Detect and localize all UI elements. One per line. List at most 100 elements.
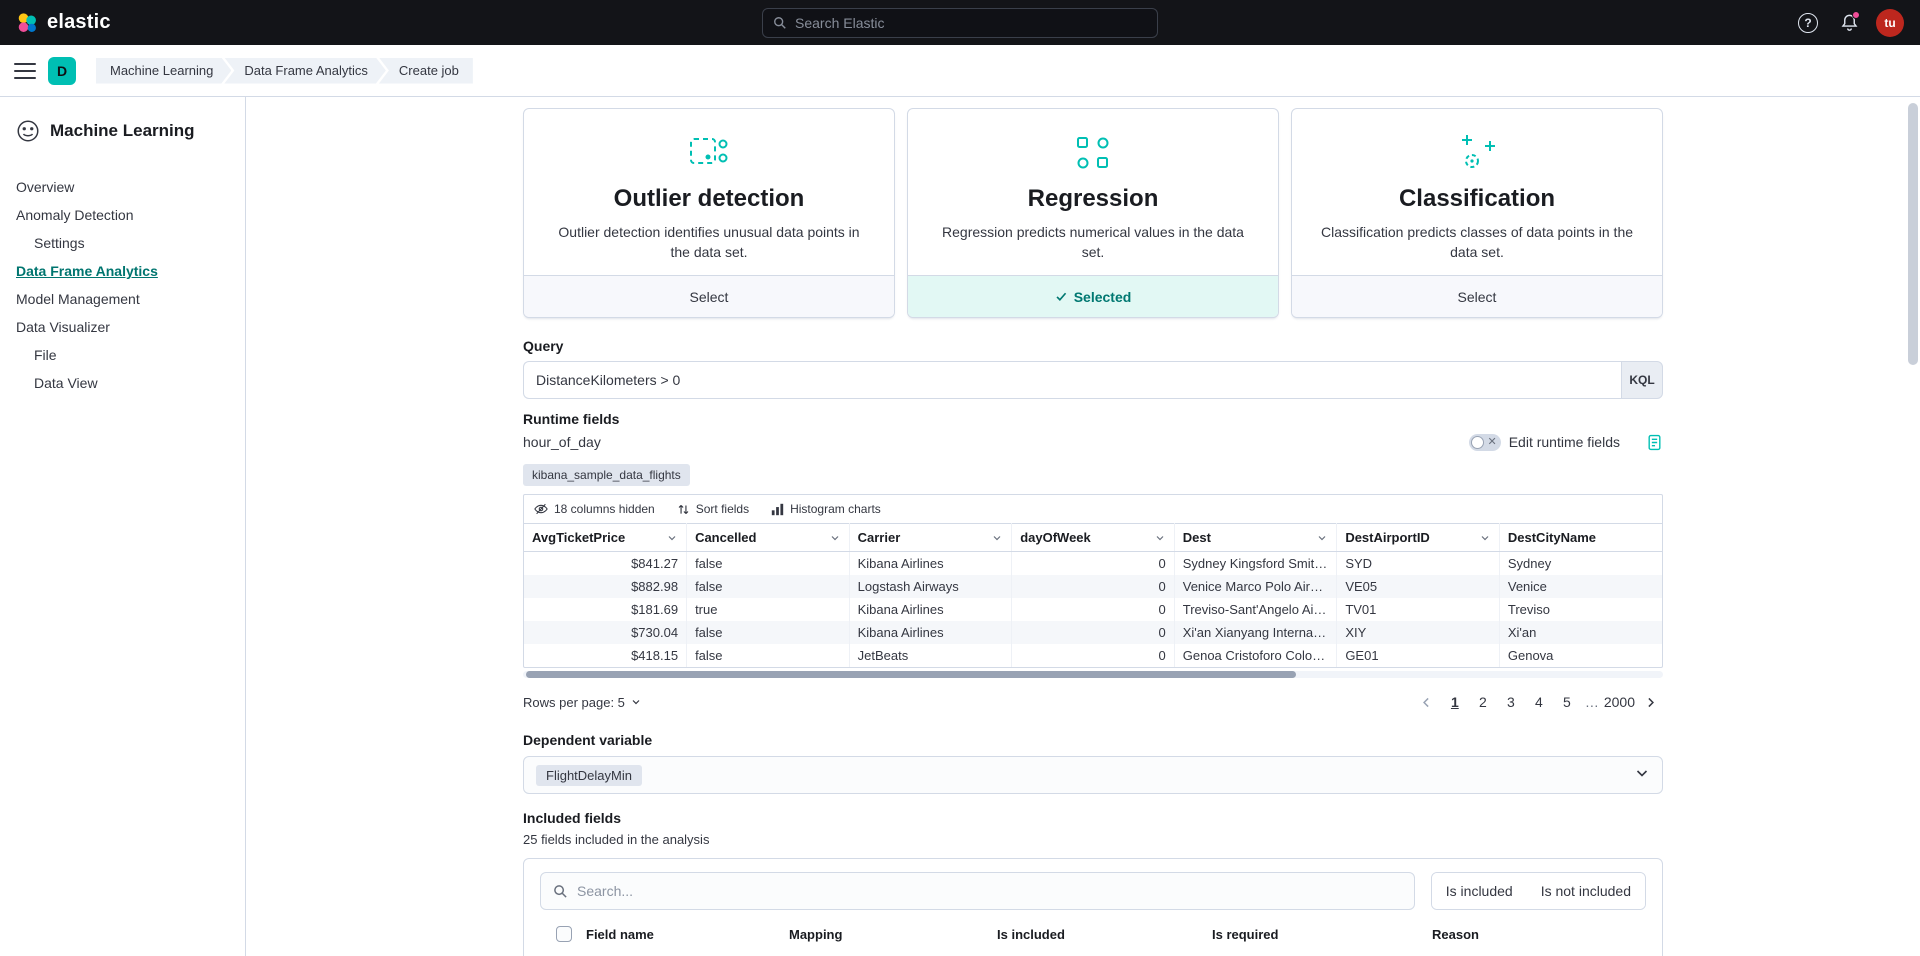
inspect-icon[interactable] [1646, 434, 1663, 451]
page-button-3[interactable]: 3 [1498, 689, 1524, 715]
card-body: Regression Regression predicts numerical… [908, 109, 1278, 275]
dependent-variable-select[interactable]: FlightDelayMin [523, 756, 1663, 794]
grid-toolbar: 18 columns hidden Sort fields [524, 495, 1662, 523]
grid-cell: JetBeats [849, 644, 1012, 667]
breadcrumb: Machine Learning Data Frame Analytics Cr… [96, 58, 473, 84]
regression-selected-button[interactable]: Selected [908, 275, 1278, 317]
edit-runtime-fields-toggle[interactable]: ✕ [1469, 434, 1501, 451]
query-label: Query [523, 338, 1663, 355]
filter-is-included-button[interactable]: Is included [1432, 873, 1527, 909]
column-header-dayofweek[interactable]: dayOfWeek [1012, 524, 1175, 552]
cross-icon: ✕ [1488, 435, 1497, 448]
user-avatar[interactable]: tu [1876, 9, 1904, 37]
query-input[interactable] [523, 361, 1621, 399]
card-classification[interactable]: Classification Classification predicts c… [1291, 108, 1663, 318]
space-badge[interactable]: D [48, 57, 76, 85]
table-row: $418.15 false JetBeats 0 Genoa Cristofor… [524, 644, 1662, 667]
sort-fields-button[interactable]: Sort fields [677, 502, 749, 516]
columns-hidden-button[interactable]: 18 columns hidden [534, 502, 655, 516]
sidebar-title: Machine Learning [50, 121, 195, 141]
included-fields-panel: Is included Is not included Field name M… [523, 858, 1663, 956]
column-header-destairportid[interactable]: DestAirportID [1337, 524, 1500, 552]
column-header-dest[interactable]: Dest [1174, 524, 1337, 552]
sort-icon [677, 503, 690, 516]
previous-page-button[interactable] [1414, 689, 1440, 715]
included-fields-summary: 25 fields included in the analysis [523, 832, 1663, 848]
sidebar-item-settings[interactable]: Settings [0, 229, 245, 257]
fields-filter-group: Is included Is not included [1431, 872, 1646, 910]
sidebar-item-anomaly-detection[interactable]: Anomaly Detection [0, 201, 245, 229]
card-body: Classification Classification predicts c… [1292, 109, 1662, 275]
card-description: Classification predicts classes of data … [1318, 222, 1636, 263]
grid-cell: false [687, 575, 850, 598]
breadcrumb-bar: D Machine Learning Data Frame Analytics … [0, 45, 1920, 97]
breadcrumb-data-frame-analytics[interactable]: Data Frame Analytics [224, 58, 386, 84]
breadcrumb-create-job[interactable]: Create job [379, 58, 473, 84]
histogram-charts-button[interactable]: Histogram charts [771, 502, 881, 516]
sidebar-item-data-visualizer[interactable]: Data Visualizer [0, 313, 245, 341]
page-button-4[interactable]: 4 [1526, 689, 1552, 715]
sidebar-item-overview[interactable]: Overview [0, 173, 245, 201]
card-outlier-detection[interactable]: Outlier detection Outlier detection iden… [523, 108, 895, 318]
select-all-checkbox[interactable] [556, 926, 572, 942]
page-button-last[interactable]: 2000 [1604, 689, 1635, 715]
column-header-carrier[interactable]: Carrier [849, 524, 1012, 552]
page-button-2[interactable]: 2 [1470, 689, 1496, 715]
rows-per-page-button[interactable]: Rows per page: 5 [523, 695, 642, 710]
breadcrumb-machine-learning[interactable]: Machine Learning [96, 58, 231, 84]
page-button-1[interactable]: 1 [1442, 689, 1468, 715]
page-button-5[interactable]: 5 [1554, 689, 1580, 715]
grid-cell: Treviso-Sant'Angelo Airport [1174, 598, 1337, 621]
select-classification-button[interactable]: Select [1292, 275, 1662, 317]
grid-cell: Genova [1499, 644, 1662, 667]
column-label: Dest [1183, 530, 1317, 545]
preview-table: AvgTicketPrice Cancelled Carrier [524, 523, 1662, 667]
header-actions: ? tu [1794, 9, 1904, 37]
chevron-down-icon [630, 696, 642, 708]
chevron-down-icon [991, 532, 1003, 544]
scrollbar-thumb[interactable] [526, 671, 1296, 678]
card-title: Classification [1318, 185, 1636, 213]
grid-cell: Sydney [1499, 552, 1662, 576]
grid-cell: GE01 [1337, 644, 1500, 667]
grid-cell: Treviso [1499, 598, 1662, 621]
search-icon [773, 16, 787, 30]
chevron-down-icon [1316, 532, 1328, 544]
menu-button[interactable] [14, 63, 36, 79]
dependent-variable-label: Dependent variable [523, 732, 1663, 749]
kql-language-button[interactable]: KQL [1621, 361, 1663, 399]
sidebar-item-data-frame-analytics[interactable]: Data Frame Analytics [0, 257, 245, 285]
grid-cell: XIY [1337, 621, 1500, 644]
vertical-scrollbar-thumb[interactable] [1908, 103, 1918, 365]
column-header-cancelled[interactable]: Cancelled [687, 524, 850, 552]
notifications-button[interactable] [1835, 9, 1863, 37]
chevron-right-icon [1644, 696, 1657, 709]
main-panel: Outlier detection Outlier detection iden… [246, 97, 1920, 956]
chevron-down-icon [1634, 765, 1650, 781]
select-outlier-detection-button[interactable]: Select [524, 275, 894, 317]
column-header-avgticketprice[interactable]: AvgTicketPrice [524, 524, 687, 552]
table-row: $181.69 true Kibana Airlines 0 Treviso-S… [524, 598, 1662, 621]
columns-hidden-label: 18 columns hidden [554, 502, 655, 516]
global-search-input[interactable] [795, 15, 1147, 31]
eye-closed-icon [534, 502, 548, 516]
help-icon: ? [1798, 13, 1818, 33]
global-search[interactable] [762, 8, 1158, 38]
next-page-button[interactable] [1637, 689, 1663, 715]
pagination-ellipsis: … [1582, 694, 1602, 710]
grid-cell: SYD [1337, 552, 1500, 576]
filter-is-not-included-button[interactable]: Is not included [1527, 873, 1645, 909]
sidebar-item-file[interactable]: File [0, 341, 245, 369]
elastic-logo[interactable]: elastic [16, 11, 111, 34]
sidebar-item-model-management[interactable]: Model Management [0, 285, 245, 313]
ml-sidebar: Machine Learning Overview Anomaly Detect… [0, 97, 246, 956]
sidebar-item-data-view[interactable]: Data View [0, 369, 245, 397]
column-header-destcityname[interactable]: DestCityName [1499, 524, 1662, 552]
runtime-fields-row: hour_of_day ✕ Edit runtime fields [523, 432, 1663, 452]
fields-search[interactable] [540, 872, 1415, 910]
grid-cell: 0 [1012, 575, 1175, 598]
card-regression[interactable]: Regression Regression predicts numerical… [907, 108, 1279, 318]
help-button[interactable]: ? [1794, 9, 1822, 37]
grid-cell: $181.69 [524, 598, 687, 621]
fields-search-input[interactable] [577, 883, 1402, 899]
